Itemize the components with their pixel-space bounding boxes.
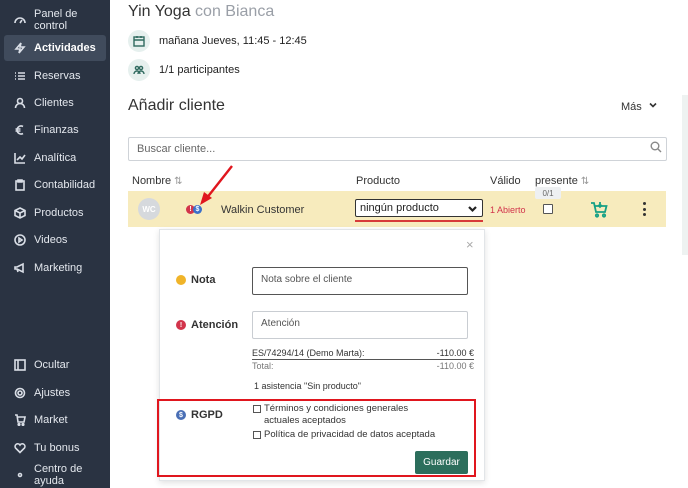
bolt-icon [14, 42, 26, 54]
row-menu-icon[interactable] [639, 202, 649, 216]
checkbox[interactable] [253, 405, 261, 413]
column-header-product: Producto [356, 175, 401, 187]
rgpd-label: $ RGPD [176, 409, 223, 421]
column-header-present[interactable]: presente ⇅ [535, 175, 589, 187]
annotation-arrow [200, 165, 233, 205]
column-header-valid: Válido [490, 175, 521, 187]
privacy-label: Política de privacidad de datos aceptada [264, 429, 436, 440]
sidebar-item-marketing[interactable]: Marketing [4, 255, 106, 281]
sidebar-item-label: Centro de ayuda [34, 463, 83, 487]
add-to-cart-icon[interactable] [590, 200, 608, 218]
sidebar-item-centro-de-ayuda[interactable]: Centro de ayuda [4, 462, 106, 488]
schedule-row: mañana Jueves, 11:45 - 12:45 [128, 30, 307, 52]
chevron-down-icon [642, 100, 658, 113]
note-indicator-icon [176, 275, 186, 285]
ledger-total: Total: -110.00 € [252, 361, 474, 371]
sidebar-item-clientes[interactable]: Clientes [4, 90, 106, 116]
close-icon[interactable]: × [466, 237, 474, 252]
participants-text: 1/1 participantes [159, 64, 240, 76]
terms-checkbox[interactable]: Términos y condiciones generales actuale… [253, 403, 408, 427]
note-field[interactable]: Nota sobre el cliente [252, 267, 468, 295]
terms-label: Términos y condiciones generales actuale… [264, 403, 409, 426]
collapse-icon [14, 359, 26, 371]
sidebar-item-label: Marketing [34, 262, 83, 274]
rgpd-icon: $ [176, 410, 186, 420]
attendance-note: 1 asistencia "Sin producto" [254, 381, 361, 391]
attention-field[interactable]: Atención [252, 311, 468, 339]
sidebar-item-label: Ocultar [34, 359, 70, 371]
sidebar-item-ajustes[interactable]: Ajustes [4, 380, 106, 406]
chevron-down-icon [467, 203, 478, 214]
sidebar-item-label: Finanzas [34, 124, 79, 136]
attention-label: ! Atención [176, 319, 238, 331]
gauge-icon [14, 14, 26, 26]
sort-icon: ⇅ [174, 175, 183, 187]
more-dropdown[interactable]: Más [621, 100, 658, 113]
schedule-text: mañana Jueves, 11:45 - 12:45 [159, 35, 307, 47]
page-title: Yin Yoga con Bianca [128, 3, 274, 21]
privacy-checkbox[interactable]: Política de privacidad de datos aceptada [253, 429, 435, 441]
sort-icon: ⇅ [580, 175, 590, 187]
sidebar-item-tu-bonus[interactable]: Tu bonus [4, 435, 106, 461]
sidebar-item-contabilidad[interactable]: Contabilidad [4, 172, 106, 198]
add-client-title: Añadir cliente [128, 97, 225, 114]
sidebar-item-label: Analítica [34, 152, 77, 164]
sidebar-item-ocultar[interactable]: Ocultar [4, 352, 106, 378]
avatar: WC [138, 198, 160, 220]
sidebar-item-actividades[interactable]: Actividades [4, 35, 106, 61]
more-label: Más [621, 100, 642, 113]
alert-icon: ! [176, 320, 186, 330]
participants-row: 1/1 participantes [128, 59, 240, 81]
sidebar-item-label: Videos [34, 234, 68, 246]
sidebar-item-productos[interactable]: Productos [4, 200, 106, 226]
sidebar-item-label: Contabilidad [34, 179, 96, 191]
sidebar-item-label: Panel de control [34, 8, 78, 32]
sidebar-item-videos[interactable]: Videos [4, 227, 106, 253]
chart-icon [14, 152, 26, 164]
participants-icon [128, 59, 150, 81]
search-icon[interactable] [650, 141, 662, 153]
product-select[interactable]: ningún producto [355, 199, 483, 217]
play-icon [14, 234, 26, 246]
right-edge-panel [682, 95, 688, 255]
sidebar-item-label: Clientes [34, 97, 74, 109]
list-icon [14, 70, 26, 82]
sidebar-item-analitica[interactable]: Analítica [4, 145, 106, 171]
sidebar-item-label: Market [34, 414, 68, 426]
search-client-input[interactable] [128, 137, 667, 161]
dot-icon [14, 469, 26, 481]
sidebar-item-label: Productos [34, 207, 84, 219]
euro-icon [14, 124, 26, 136]
box-icon [14, 207, 26, 219]
present-checkbox[interactable] [543, 204, 553, 214]
calendar-icon [128, 30, 150, 52]
instructor-name: con Bianca [195, 3, 275, 20]
sidebar-item-panel-de-control[interactable]: Panel de control [4, 7, 106, 33]
ledger-divider [252, 359, 474, 360]
cart-icon [14, 414, 26, 426]
note-label: Nota [176, 274, 215, 286]
person-icon [14, 97, 26, 109]
save-button[interactable]: Guardar [415, 451, 468, 474]
valid-status: 1 Abierto [490, 205, 526, 215]
ledger-item: ES/74294/14 (Demo Marta): -110.00 € [252, 348, 474, 358]
heart-icon [14, 442, 26, 454]
sidebar-item-finanzas[interactable]: Finanzas [4, 117, 106, 143]
checkbox[interactable] [253, 431, 261, 439]
product-select-value: ningún producto [360, 202, 439, 214]
gear-icon [14, 387, 26, 399]
sidebar-item-reservas[interactable]: Reservas [4, 63, 106, 89]
sidebar-item-label: Reservas [34, 70, 81, 82]
clipboard-icon [14, 179, 26, 191]
column-header-name[interactable]: Nombre ⇅ [132, 175, 183, 187]
sidebar: Panel de control Actividades Reservas Cl… [0, 0, 110, 488]
sidebar-item-label: Ajustes [34, 387, 71, 399]
sidebar-item-market[interactable]: Market [4, 407, 106, 433]
present-counter: 0/1 [535, 187, 561, 199]
sidebar-item-label: Tu bonus [34, 442, 80, 454]
activity-name: Yin Yoga [128, 3, 191, 20]
annotation-underline [355, 220, 483, 222]
megaphone-icon [14, 262, 26, 274]
sidebar-item-label: Actividades [34, 42, 96, 54]
